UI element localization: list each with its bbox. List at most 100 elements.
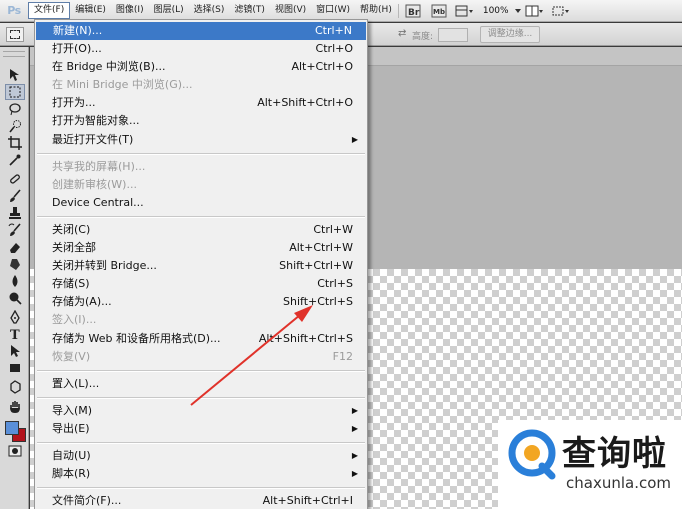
hand-tool-icon[interactable] (5, 399, 25, 415)
menu-layer[interactable]: 图层(L) (149, 2, 189, 19)
file-menu-item: 签入(I)... (35, 311, 367, 329)
eyedropper-tool-icon[interactable] (5, 152, 25, 168)
file-menu-item[interactable]: 导出(E) ▶ (35, 420, 367, 438)
panel-grip[interactable] (3, 51, 25, 57)
watermark-logo-icon (508, 429, 556, 480)
swap-icon[interactable]: ⇄ (398, 28, 406, 39)
file-menu-item[interactable]: 打开(O)... Ctrl+O (35, 40, 367, 58)
menu-item-shortcut: Alt+Ctrl+O (291, 60, 353, 74)
file-menu-item[interactable]: 关闭(C) Ctrl+W (35, 221, 367, 239)
type-tool-icon[interactable]: T (5, 326, 25, 342)
file-menu-item[interactable]: 文件简介(F)... Alt+Shift+Ctrl+I (35, 492, 367, 509)
quick-mask-icon[interactable] (5, 443, 25, 459)
file-menu-item[interactable]: 在 Bridge 中浏览(B)... Alt+Ctrl+O (35, 58, 367, 76)
menu-select[interactable]: 选择(S) (189, 2, 230, 19)
brush-tool-icon[interactable] (5, 188, 25, 204)
menu-help[interactable]: 帮助(H) (355, 2, 397, 19)
menu-file[interactable]: 文件(F) (28, 2, 71, 19)
menu-view[interactable]: 视图(V) (270, 2, 311, 19)
watermark-en-text: chaxunla.com (566, 474, 671, 492)
file-menu-item[interactable]: 脚本(R) ▶ (35, 465, 367, 483)
menu-item-label: 最近打开文件(T) (52, 132, 134, 146)
menu-separator (35, 212, 367, 221)
menu-item-label: 导出(E) (52, 421, 90, 435)
shape-tool-icon[interactable] (5, 360, 25, 376)
menu-separator (397, 3, 399, 18)
file-menu-item[interactable]: 关闭全部 Alt+Ctrl+W (35, 239, 367, 257)
menu-item-label: 签入(I)... (52, 313, 97, 327)
quick-selection-tool-icon[interactable] (5, 118, 25, 134)
menu-item-label: 新建(N)... (53, 24, 103, 37)
menu-item-label: 存储为(A)... (52, 295, 112, 309)
photoshop-logo: Ps (7, 3, 21, 17)
file-menu-item[interactable]: 最近打开文件(T) ▶ (35, 131, 367, 149)
arrange-documents-icon[interactable] (525, 3, 545, 19)
height-input[interactable] (438, 28, 468, 42)
refine-edge-button[interactable]: 调整边缘... (480, 26, 540, 43)
file-menu-item[interactable]: 存储为 Web 和设备所用格式(D)... Alt+Shift+Ctrl+S (35, 330, 367, 348)
pen-tool-icon[interactable] (5, 309, 25, 325)
menu-item-label: 恢复(V) (52, 349, 91, 363)
menu-item-label: 关闭并转到 Bridge... (52, 259, 157, 273)
chevron-down-icon[interactable] (514, 4, 522, 18)
dodge-tool-icon[interactable] (5, 290, 25, 306)
healing-brush-tool-icon[interactable] (5, 171, 25, 187)
menu-separator (35, 483, 367, 492)
gradient-tool-icon[interactable] (5, 256, 25, 272)
file-menu-item[interactable]: 存储为(A)... Shift+Ctrl+S (35, 293, 367, 311)
history-brush-tool-icon[interactable] (5, 222, 25, 238)
blur-tool-icon[interactable] (5, 273, 25, 289)
menu-item-label: 在 Bridge 中浏览(B)... (52, 60, 166, 74)
file-menu-item[interactable]: 自动(U) ▶ (35, 447, 367, 465)
marquee-icon (10, 30, 20, 39)
svg-text:Br: Br (408, 8, 420, 18)
menu-item-label: 文件简介(F)... (52, 494, 122, 508)
move-tool-icon[interactable] (5, 67, 25, 83)
menu-item-shortcut: Ctrl+W (313, 222, 353, 236)
marquee-tool-icon[interactable] (5, 84, 25, 100)
menu-image[interactable]: 图像(I) (111, 2, 149, 19)
file-menu-item[interactable]: 打开为智能对象... (35, 112, 367, 130)
file-menu-item[interactable]: 关闭并转到 Bridge... Shift+Ctrl+W (35, 257, 367, 275)
screen-mode-icon[interactable] (551, 3, 571, 19)
zoom-level[interactable]: 100% (478, 6, 514, 16)
menu-item-shortcut: Ctrl+O (315, 42, 353, 56)
mini-bridge-icon[interactable]: Mb (429, 3, 449, 19)
menu-item-label: 打开为智能对象... (52, 114, 140, 128)
eraser-tool-icon[interactable] (5, 239, 25, 255)
file-menu-item[interactable]: 打开为... Alt+Shift+Ctrl+O (35, 94, 367, 112)
submenu-arrow-icon: ▶ (351, 405, 358, 415)
file-menu-item[interactable]: 存储(S) Ctrl+S (35, 275, 367, 293)
menu-separator (35, 393, 367, 402)
view-extras-icon[interactable] (455, 3, 475, 19)
file-menu-item[interactable]: 新建(N)... Ctrl+N (36, 22, 366, 41)
menu-filter[interactable]: 滤镜(T) (229, 2, 270, 19)
menu-item-label: 自动(U) (52, 448, 91, 462)
tool-preset-picker[interactable] (6, 27, 24, 42)
menu-item-shortcut: Ctrl+N (314, 24, 352, 37)
path-selection-tool-icon[interactable] (5, 343, 25, 359)
file-menu-item[interactable]: Device Central... (35, 194, 367, 212)
file-menu-item: 在 Mini Bridge 中浏览(G)... (35, 76, 367, 94)
bridge-icon[interactable]: Br (403, 3, 423, 19)
crop-tool-icon[interactable] (5, 135, 25, 151)
clone-stamp-tool-icon[interactable] (5, 205, 25, 221)
menu-item-shortcut: Alt+Shift+Ctrl+O (257, 96, 353, 110)
menu-item-label: 存储(S) (52, 277, 90, 291)
menu-separator (35, 149, 367, 158)
menu-window[interactable]: 窗口(W) (311, 2, 355, 19)
menu-item-label: 打开为... (52, 96, 96, 110)
menu-item-label: 打开(O)... (52, 42, 102, 56)
file-menu-dropdown: 新建(N)... Ctrl+N 打开(O)... Ctrl+O 在 Bridge 中浏览… (34, 19, 368, 509)
lasso-tool-icon[interactable] (5, 101, 25, 117)
foreground-color-swatch[interactable] (5, 421, 19, 435)
menu-item-label: 置入(L)... (52, 376, 100, 390)
watermark: 查询啦 chaxunla.com (498, 420, 682, 509)
3d-rotate-tool-icon[interactable] (5, 379, 25, 395)
menu-edit[interactable]: 编辑(E) (70, 2, 111, 19)
menu-item-label: 在 Mini Bridge 中浏览(G)... (52, 78, 193, 92)
file-menu-item[interactable]: 置入(L)... (35, 375, 367, 393)
menu-item-label: 创建新审核(W)... (52, 177, 137, 191)
menu-item-shortcut: Shift+Ctrl+S (283, 295, 353, 309)
file-menu-item[interactable]: 导入(M) ▶ (35, 402, 367, 420)
